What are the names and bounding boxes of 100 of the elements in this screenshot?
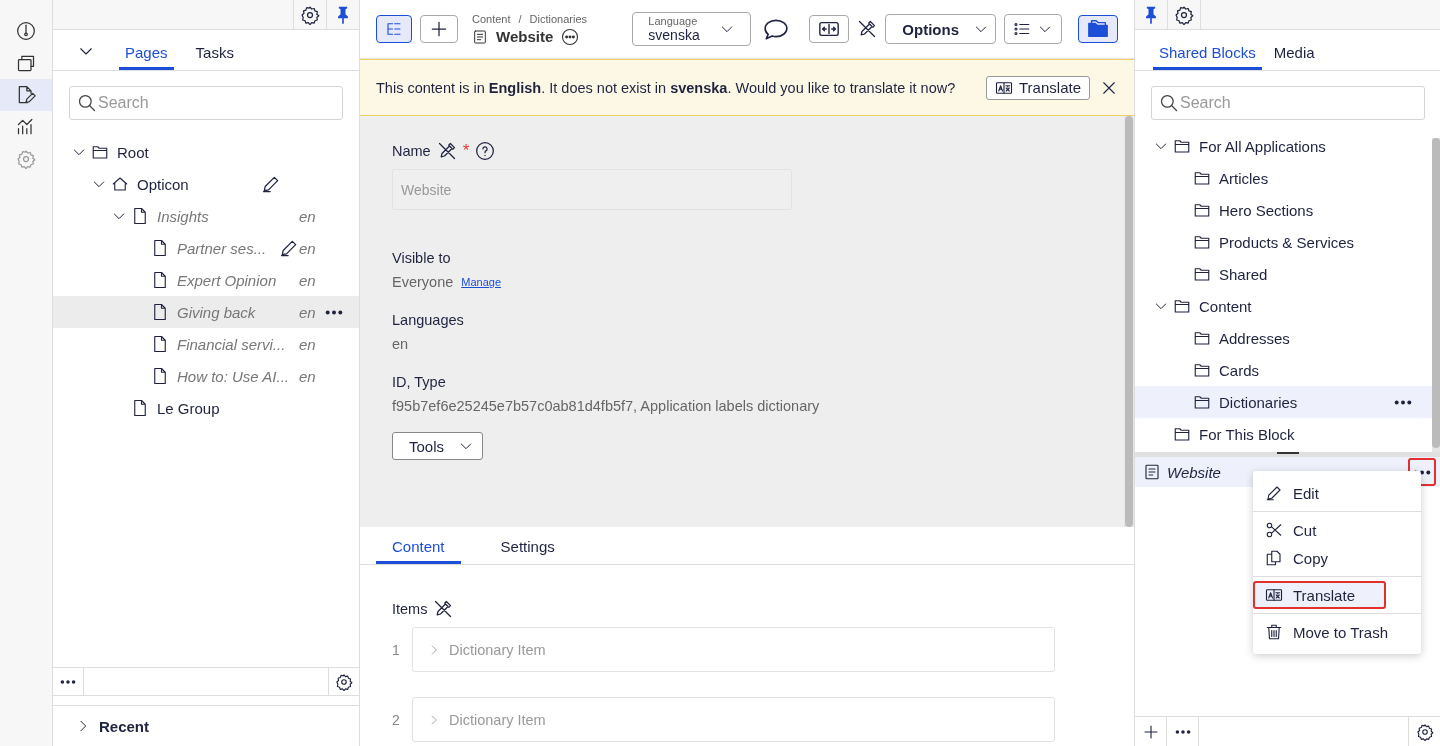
folder-item[interactable]: Cards [1135,354,1432,386]
tree-item[interactable]: Le Group [53,392,359,424]
page-icon [151,239,169,257]
tree-item[interactable]: Financial servi... en [53,328,359,360]
menu-item[interactable]: Copy [1253,544,1421,572]
document-icon [1143,463,1161,481]
page-title: Website [496,28,554,45]
add-button[interactable] [420,15,458,43]
tree-view-button[interactable] [376,15,412,43]
item-label: Products & Services [1219,233,1355,251]
item-label: Dictionaries [1219,393,1298,411]
field-label: Languages [392,312,464,328]
page-icon [151,271,169,289]
tree-item[interactable]: Opticon [53,168,359,200]
settings-icon[interactable] [300,5,320,25]
settings-icon[interactable] [335,672,353,691]
field-value: Everyone [392,274,454,290]
pencil-icon[interactable] [279,238,299,258]
list-icon [1013,20,1031,38]
editor-tab[interactable]: Settings [484,526,571,564]
language-code: en [299,303,317,321]
tree-item[interactable]: Insights en [53,200,359,232]
folder-item[interactable]: Products & Services [1135,226,1432,258]
folder-item[interactable]: Hero Sections [1135,194,1432,226]
folder-item[interactable]: For This Block [1135,418,1432,450]
list-view-button[interactable] [1004,14,1062,44]
folder-item[interactable]: Dictionaries [1135,386,1432,418]
splitter-handle[interactable] [1135,452,1440,457]
item-number: 2 [392,711,401,728]
help-icon[interactable] [475,141,496,161]
language-code: en [299,239,317,257]
plus-icon [429,19,449,39]
more-options-icon[interactable] [60,679,76,684]
folder-icon [1193,169,1211,187]
breadcrumb-link[interactable]: Content [472,12,511,25]
compare-view-button[interactable] [809,15,850,43]
panel-tab[interactable]: Tasks [189,29,240,70]
language-code: en [299,335,317,353]
item-label: Addresses [1219,329,1290,347]
search-field[interactable]: Search [1151,86,1425,120]
manage-link[interactable]: Manage [461,276,502,288]
folder-item[interactable]: Articles [1135,162,1432,194]
pen-crossed-icon[interactable] [857,19,878,39]
menu-item[interactable]: Move to Trash [1253,618,1421,646]
folder-button[interactable] [1078,15,1118,43]
tree-item[interactable]: Giving back en [53,296,359,328]
translate-icon [1265,586,1283,604]
stacked-pages-icon [16,53,36,73]
item-label: Expert Opinion [177,271,277,289]
language-select[interactable]: Language svenska [632,12,752,46]
more-options-icon[interactable] [561,27,580,46]
item-label: Partner ses... [177,239,267,257]
tree-item[interactable]: Root [53,136,359,168]
folder-icon [1173,425,1191,443]
nav-item[interactable] [0,79,52,111]
tree-item[interactable]: Partner ses... en [53,232,359,264]
tree-list-icon [385,20,403,38]
field-value: f95b7ef6e25245e7b57c0ab81d4fb5f7, Application labels dictionary [392,398,820,414]
language-code: en [299,367,317,385]
options-button[interactable]: Options [885,14,996,44]
language-code: en [299,271,317,289]
folder-item[interactable]: Content [1135,290,1432,322]
menu-item[interactable]: Edit [1253,479,1421,507]
breadcrumb-separator: / [518,12,522,25]
settings-icon[interactable] [1174,5,1194,25]
item-label: Le Group [157,399,220,417]
folder-icon [1193,329,1211,347]
pen-crossed-icon [433,599,454,619]
search-field[interactable]: Search [69,86,343,120]
more-options-icon[interactable] [1394,399,1412,405]
recent-toggle[interactable]: Recent [99,717,150,735]
menu-item[interactable]: Cut [1253,516,1421,544]
editor-tab[interactable]: Content [376,526,461,564]
more-options-icon[interactable] [1174,729,1191,734]
panel-tab[interactable]: Shared Blocks [1153,29,1262,70]
tools-button[interactable]: Tools [392,432,484,460]
folder-item[interactable]: Addresses [1135,322,1432,354]
scissors-icon [1265,521,1283,539]
page-icon [151,367,169,385]
menu-item[interactable]: Translate [1253,581,1386,609]
tree-item[interactable]: How to: Use AI... en [53,360,359,392]
panel-tab[interactable]: Pages [119,29,174,70]
folder-icon [1193,265,1211,283]
panel-tab[interactable]: Media [1267,29,1321,70]
settings-icon[interactable] [1415,722,1434,741]
item-label: Hero Sections [1219,201,1314,219]
folder-item[interactable]: Shared [1135,258,1432,290]
translate-button[interactable]: Translate [986,75,1090,100]
more-options-icon[interactable] [325,309,343,315]
field-label: Items [392,601,428,617]
pencil-icon[interactable] [261,174,281,194]
folder-icon [1193,393,1211,411]
item-label: Articles [1219,169,1269,187]
item-label: Opticon [137,175,189,193]
page-icon [151,335,169,353]
breadcrumb-link[interactable]: Dictionaries [529,12,588,25]
folder-item[interactable]: For All Applications [1135,130,1432,162]
tree-item[interactable]: Expert Opinion en [53,264,359,296]
item-label: Insights [157,207,209,225]
item-label: Root [117,143,149,161]
